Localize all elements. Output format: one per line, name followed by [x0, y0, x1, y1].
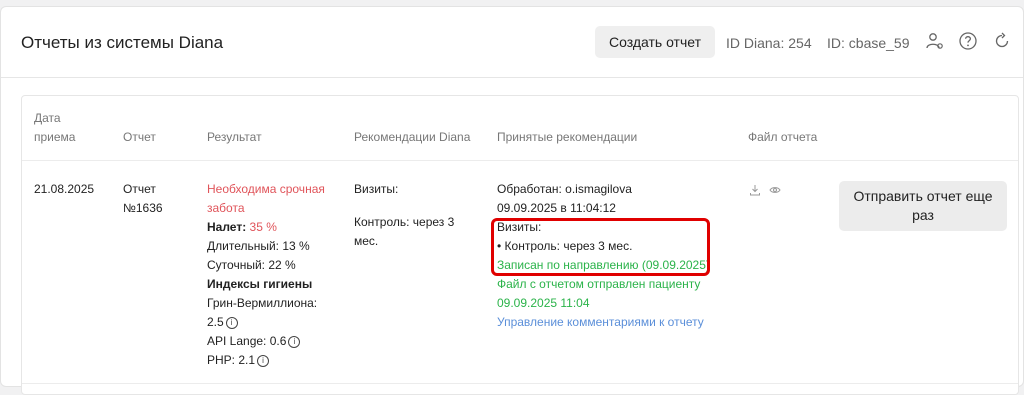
- col-diana-recs: Рекомендации Diana: [354, 130, 471, 144]
- help-icon[interactable]: [958, 31, 978, 51]
- create-report-button[interactable]: Создать отчет: [595, 26, 715, 58]
- highlight-box: [491, 218, 710, 276]
- api-lange: API Lange: 0.6: [207, 334, 287, 348]
- col-date-line2: приема: [34, 130, 76, 144]
- file-sent-line1: Файл с отчетом отправлен пациенту: [497, 277, 701, 291]
- user-settings-icon[interactable]: [925, 31, 945, 51]
- plaque-label: Налет:: [207, 220, 247, 234]
- cbase-id-label: ID: cbase_59: [827, 35, 910, 51]
- table-header: Дата приема Отчет Результат Рекомендации…: [22, 96, 1018, 161]
- plaque-value: 35 %: [249, 220, 277, 234]
- diana-id-label: ID Diana: 254: [726, 35, 812, 51]
- diana-control-line1: Контроль: через 3: [354, 215, 455, 229]
- result-plaque: Налет: 35 %: [207, 218, 277, 237]
- info-icon[interactable]: i: [225, 316, 238, 329]
- processed-by: Обработан: o.ismagilova: [497, 182, 632, 196]
- col-report: Отчет: [123, 130, 156, 144]
- row-divider: [22, 383, 1018, 384]
- green-vermillion-value-row: 2.5 i: [207, 313, 238, 332]
- reports-table: Дата приема Отчет Результат Рекомендации…: [21, 95, 1019, 395]
- eye-icon[interactable]: [769, 184, 781, 196]
- file-sent-line2: 09.09.2025 11:04: [497, 296, 590, 310]
- green-vermillion-label: Грин-Вермиллиона:: [207, 296, 318, 310]
- php-row: PHP: 2.1 i: [207, 351, 270, 370]
- result-urgent-line1: Необходима срочная: [207, 182, 325, 196]
- download-icon[interactable]: [749, 184, 761, 196]
- info-icon[interactable]: i: [257, 354, 270, 367]
- result-daily: Суточный: 22 %: [207, 258, 296, 272]
- resend-label: Отправить отчет еще раз: [853, 188, 993, 223]
- info-icon[interactable]: i: [288, 335, 301, 348]
- manage-comments-link[interactable]: Управление комментариями к отчету: [497, 313, 704, 332]
- diana-visits-label: Визиты:: [354, 182, 399, 196]
- refresh-icon[interactable]: [992, 31, 1012, 51]
- row-report-line1: Отчет: [123, 182, 156, 196]
- resend-report-button[interactable]: Отправить отчет еще раз: [839, 181, 1007, 231]
- col-result: Результат: [207, 130, 262, 144]
- row-report-line2: №1636: [123, 201, 163, 215]
- reports-card: Отчеты из системы Diana Создать отчет ID…: [0, 6, 1024, 395]
- result-long-term: Длительный: 13 %: [207, 239, 310, 253]
- api-lange-row: API Lange: 0.6 i: [207, 332, 301, 351]
- card-header: Отчеты из системы Diana Создать отчет ID…: [1, 7, 1023, 78]
- processed-time: 09.09.2025 в 11:04:12: [497, 201, 616, 215]
- hygiene-indexes-title: Индексы гигиены: [207, 277, 313, 291]
- green-vermillion-value: 2.5: [207, 315, 224, 329]
- diana-control-line2: мес.: [354, 234, 379, 248]
- php: PHP: 2.1: [207, 353, 256, 367]
- result-urgent-line2: забота: [207, 201, 245, 215]
- col-accepted-recs: Принятые рекомендации: [497, 130, 638, 144]
- page-title: Отчеты из системы Diana: [21, 33, 224, 52]
- row-date: 21.08.2025: [34, 182, 95, 196]
- col-date-line1: Дата: [34, 111, 61, 125]
- col-file: Файл отчета: [748, 130, 818, 144]
